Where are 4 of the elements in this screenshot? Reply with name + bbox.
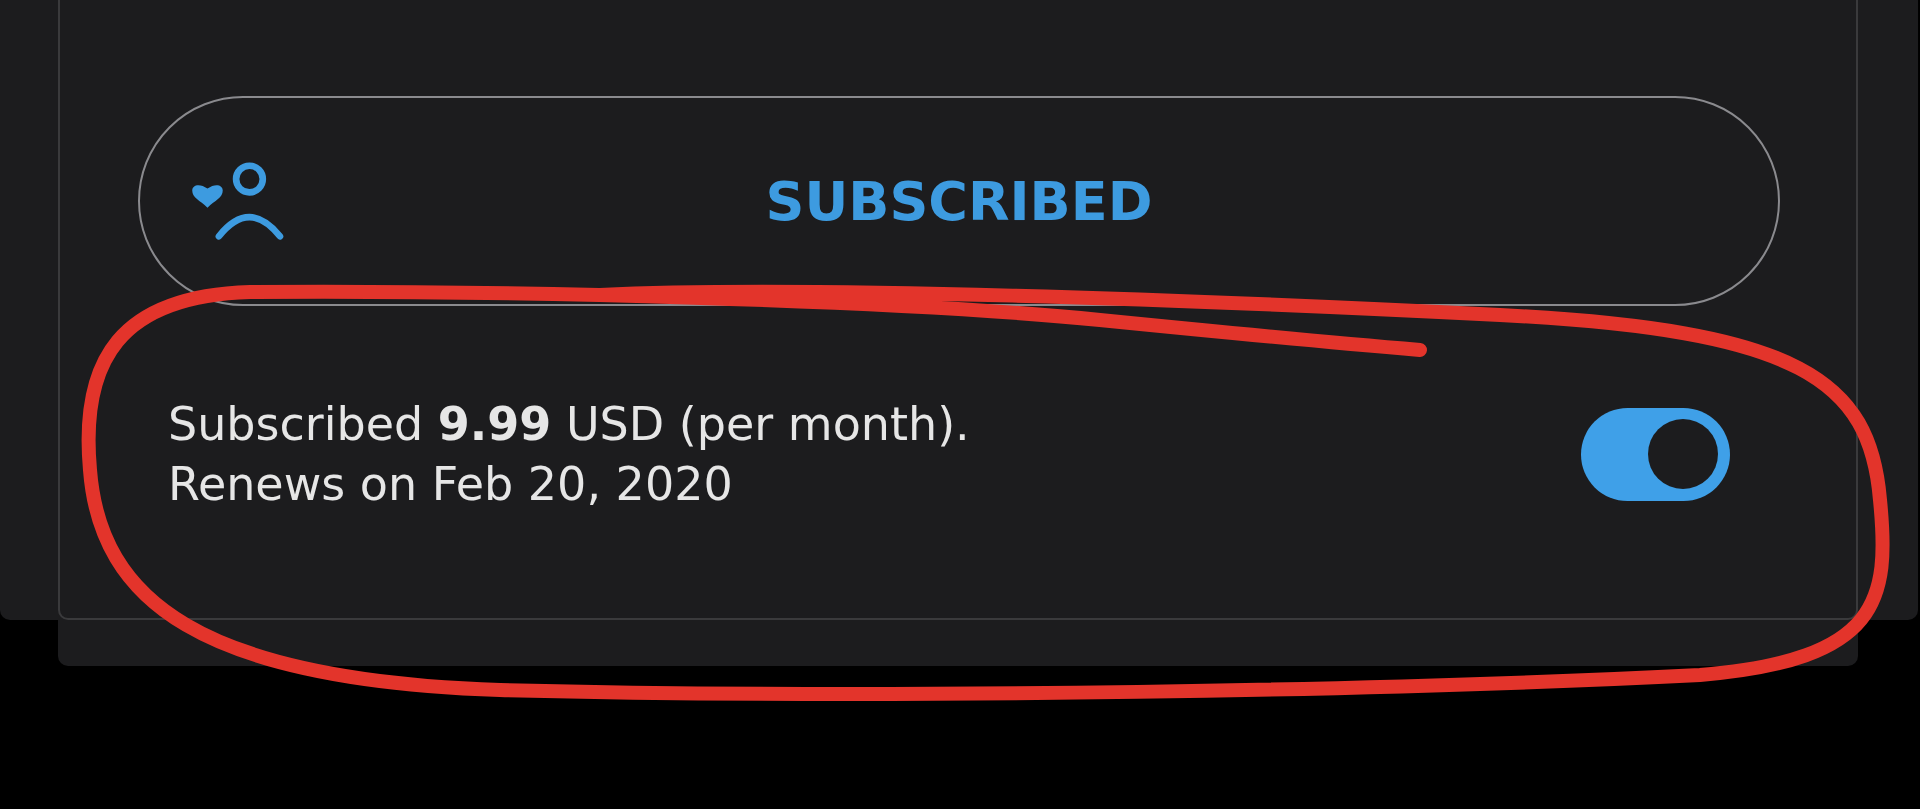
subscription-price-text: Subscribed 9.99 USD (per month). xyxy=(168,396,970,453)
renewal-date-text: Renews on Feb 20, 2020 xyxy=(168,456,734,513)
heart-person-icon xyxy=(190,160,286,242)
subscribed-button[interactable]: SUBSCRIBED xyxy=(138,96,1780,306)
